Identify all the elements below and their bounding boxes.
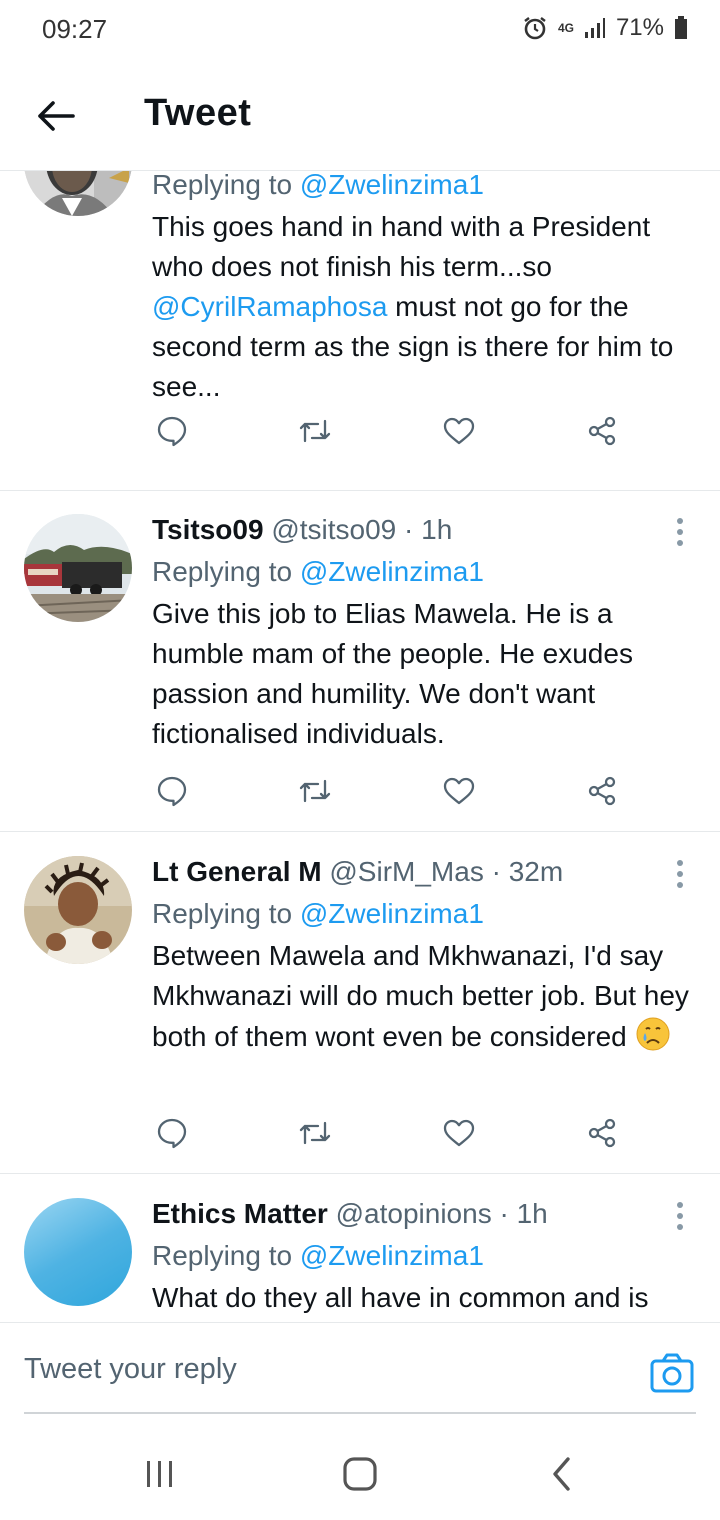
tweet-time: 32m (508, 856, 564, 887)
tweet-actions (152, 771, 622, 811)
replying-label: Replying to (152, 898, 293, 929)
network-type: 4G (557, 21, 574, 35)
status-time: 09:27 (42, 14, 108, 44)
more-vertical-icon[interactable] (670, 512, 690, 552)
avatar[interactable] (24, 856, 132, 964)
page-title: Tweet (144, 92, 252, 134)
avatar[interactable] (24, 1198, 132, 1306)
back-arrow-icon[interactable] (30, 90, 82, 142)
heart-icon[interactable] (439, 771, 479, 811)
replying-label: Replying to (152, 171, 293, 200)
tweet-content: Tsitso09 @tsitso09 · 1h Replying to @Zwe… (152, 512, 692, 754)
author-handle[interactable]: @SirM_Mas (329, 856, 483, 887)
signal-icon (584, 17, 606, 39)
author-handle[interactable]: @tsitso09 (271, 514, 396, 545)
reply-feed[interactable]: Replying to @Zwelinzima1 This goes hand … (0, 171, 720, 1322)
tweet-meta: Lt General M @SirM_Mas · 32m (152, 854, 692, 890)
tweet-meta: Ethics Matter @atopinions · 1h (152, 1196, 692, 1232)
tweet-time: 1h (516, 1198, 548, 1229)
replying-label: Replying to (152, 1240, 293, 1271)
tweet-text: What do they all have in common and is (152, 1282, 649, 1313)
author-name[interactable]: Tsitso09 (152, 514, 264, 545)
tweet-actions (152, 1113, 622, 1153)
crying-face-icon (635, 1016, 671, 1052)
alarm-icon (522, 15, 548, 41)
share-icon[interactable] (582, 411, 622, 451)
app-header: Tweet (0, 62, 720, 171)
author-name[interactable]: Ethics Matter (152, 1198, 328, 1229)
retweet-icon[interactable] (295, 771, 335, 811)
tweet-content: Ethics Matter @atopinions · 1h Replying … (152, 1196, 692, 1318)
mention-link[interactable]: @Zwelinzima1 (300, 556, 484, 587)
tweet-item[interactable]: Ethics Matter @atopinions · 1h Replying … (0, 1174, 720, 1322)
tweet-content: Lt General M @SirM_Mas · 32m Replying to… (152, 854, 692, 1057)
replying-label: Replying to (152, 556, 293, 587)
reply-icon[interactable] (152, 771, 192, 811)
avatar[interactable] (24, 514, 132, 622)
reply-composer[interactable]: Tweet your reply (0, 1322, 720, 1415)
status-bar: 09:27 4G 71% (0, 0, 720, 62)
battery-icon (674, 16, 688, 40)
mention-link[interactable]: @CyrilRamaphosa (152, 291, 387, 322)
replying-to: Replying to @Zwelinzima1 (152, 171, 692, 203)
reply-input[interactable]: Tweet your reply (24, 1353, 237, 1386)
tweet-text: Between Mawela and Mkhwanazi, I'd say Mk… (152, 936, 692, 1057)
meta-separator: · (499, 1198, 509, 1229)
mention-link[interactable]: @Zwelinzima1 (300, 1240, 484, 1271)
meta-separator: · (404, 514, 414, 545)
heart-icon[interactable] (439, 411, 479, 451)
home-icon[interactable] (330, 1444, 390, 1504)
author-handle[interactable]: @atopinions (336, 1198, 492, 1229)
avatar[interactable] (24, 171, 132, 216)
more-vertical-icon[interactable] (670, 854, 690, 894)
share-icon[interactable] (582, 771, 622, 811)
mention-link[interactable]: @Zwelinzima1 (300, 171, 484, 200)
tweet-time: 1h (421, 514, 453, 545)
tweet-item[interactable]: Lt General M @SirM_Mas · 32m Replying to… (0, 832, 720, 1174)
mention-link[interactable]: @Zwelinzima1 (300, 898, 484, 929)
author-name[interactable]: Lt General M (152, 856, 322, 887)
tweet-text: Give this job to Elias Mawela. He is a h… (152, 598, 633, 749)
heart-icon[interactable] (439, 1113, 479, 1153)
tweet-actions (152, 411, 622, 451)
retweet-icon[interactable] (295, 411, 335, 451)
replying-to: Replying to @Zwelinzima1 (152, 554, 692, 590)
retweet-icon[interactable] (295, 1113, 335, 1153)
tweet-text: This goes hand in hand with a President … (152, 207, 692, 407)
tweet-item[interactable]: Replying to @Zwelinzima1 This goes hand … (0, 171, 720, 491)
tweet-item[interactable]: Tsitso09 @tsitso09 · 1h Replying to @Zwe… (0, 490, 720, 832)
reply-icon[interactable] (152, 1113, 192, 1153)
status-icons: 4G 71% (522, 14, 688, 42)
more-vertical-icon[interactable] (670, 1196, 690, 1236)
tweet-text-part: Between Mawela and Mkhwanazi, I'd say Mk… (152, 940, 689, 1052)
reply-icon[interactable] (152, 411, 192, 451)
share-icon[interactable] (582, 1113, 622, 1153)
tweet-text-part: This goes hand in hand with a President … (152, 211, 651, 282)
tweet-meta: Tsitso09 @tsitso09 · 1h (152, 512, 692, 548)
camera-icon[interactable] (650, 1353, 694, 1393)
tweet-content: Replying to @Zwelinzima1 This goes hand … (152, 171, 692, 407)
battery-percent: 71% (615, 14, 664, 41)
system-nav-bar (0, 1414, 720, 1520)
meta-separator: · (491, 856, 501, 887)
nav-back-icon[interactable] (532, 1444, 592, 1504)
replying-to: Replying to @Zwelinzima1 (152, 1238, 692, 1274)
replying-to: Replying to @Zwelinzima1 (152, 896, 692, 932)
recent-apps-icon[interactable] (130, 1444, 190, 1504)
